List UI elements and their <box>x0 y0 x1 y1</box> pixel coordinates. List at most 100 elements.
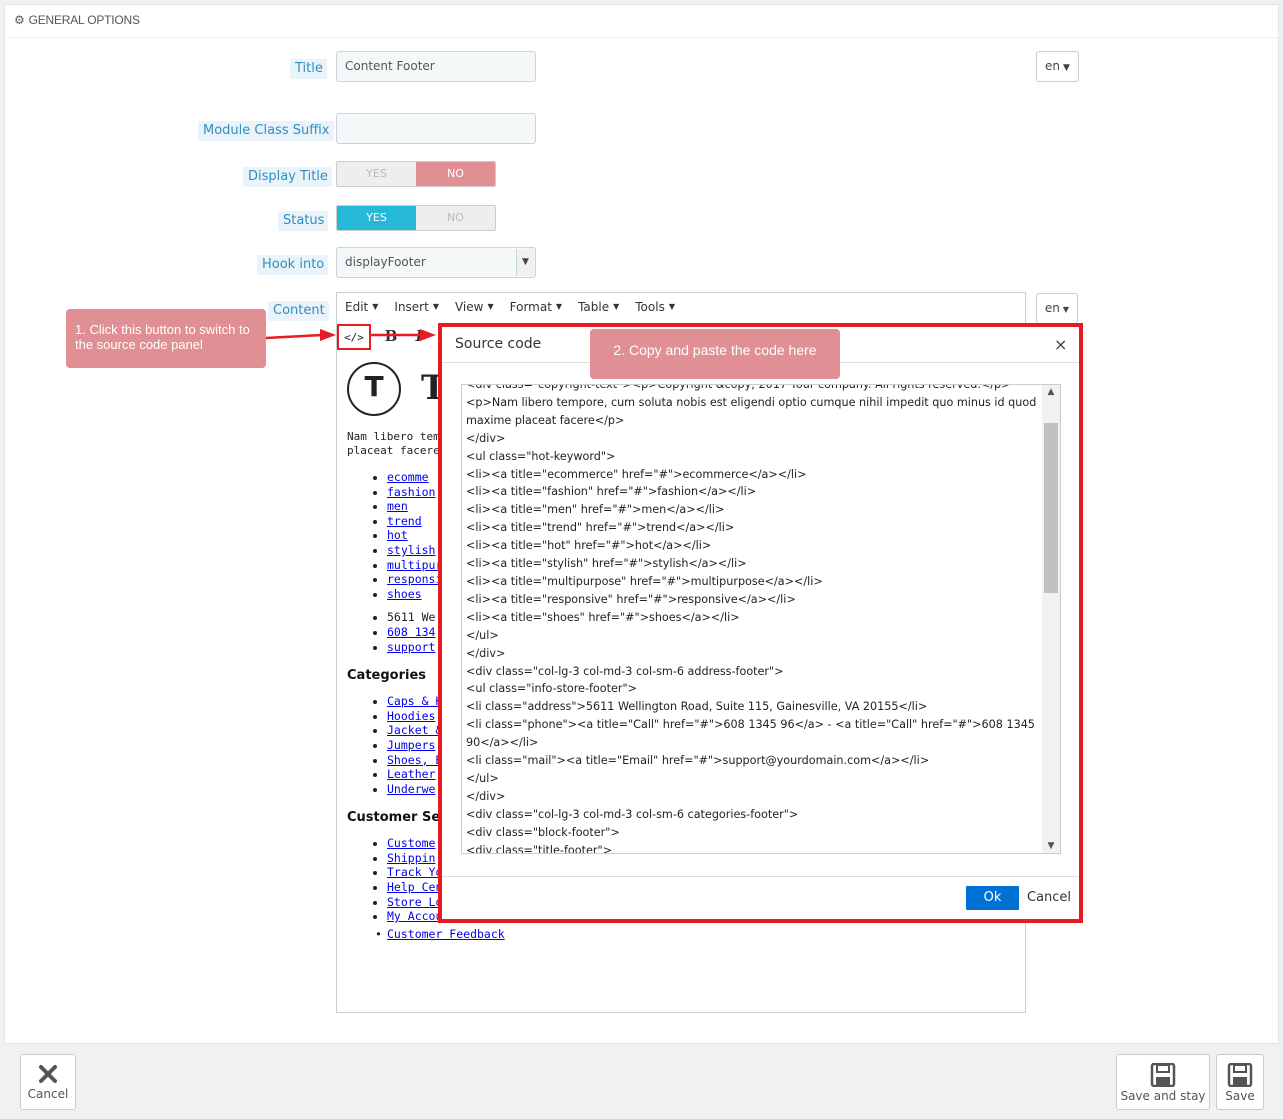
ok-button[interactable]: Ok <box>966 886 1019 910</box>
preview-intro-text: Nam libero tem placeat facere <box>347 430 440 457</box>
cancel-button[interactable]: Cancel <box>20 1054 76 1110</box>
preview-categories-title: Categories <box>347 668 427 684</box>
code-line: <div class="title-footer"> <box>466 843 612 854</box>
source-code-textarea[interactable]: <div class="copyright-text"><p>Copyright… <box>461 384 1061 854</box>
service-link[interactable]: Track Yo <box>387 865 442 879</box>
code-line: </div> <box>466 431 506 445</box>
keyword-link[interactable]: men <box>387 499 408 513</box>
menu-tools[interactable]: Tools ▼ <box>627 296 683 320</box>
hook-into-label: Hook into <box>257 255 329 275</box>
title-label: Title <box>290 59 327 79</box>
display-title-no[interactable]: NO <box>416 162 495 186</box>
chevron-down-icon[interactable]: ▼ <box>516 249 534 276</box>
keyword-link[interactable]: ecomme <box>387 470 429 484</box>
code-line: <li><a title="responsive" href="#">respo… <box>466 592 796 606</box>
code-line: </div> <box>466 789 506 803</box>
floppy-disk-icon <box>1150 1063 1176 1087</box>
service-link[interactable]: Help Cen <box>387 880 442 894</box>
preview-keyword-list: ecomme fashion men trend hot stylish mul… <box>347 470 447 601</box>
panel-heading: ⚙ GENERAL OPTIONS <box>4 4 1279 38</box>
code-line: <div class="copyright-text"><p>Copyright… <box>466 384 1011 391</box>
code-line: <li><a title="multipurpose" href="#">mul… <box>466 574 823 588</box>
save-button-label: Save <box>1225 1089 1255 1103</box>
title-input[interactable]: Content Footer <box>336 51 536 82</box>
code-line: <li><a title="ecommerce" href="#">ecomme… <box>466 467 807 481</box>
preview-feedback-item: • Customer Feedback <box>375 927 505 941</box>
category-link[interactable]: Jacket & <box>387 723 442 737</box>
status-switch[interactable]: YES NO <box>336 205 496 231</box>
logo-circle: T <box>347 362 401 416</box>
title-language-value: en <box>1045 59 1061 73</box>
module-class-suffix-input[interactable] <box>336 113 536 144</box>
category-link[interactable]: Caps & H <box>387 694 442 708</box>
menu-format[interactable]: Format ▼ <box>502 296 570 320</box>
caret-down-icon: ▼ <box>1063 63 1070 73</box>
service-link[interactable]: My Accou <box>387 909 442 923</box>
keyword-link[interactable]: hot <box>387 528 408 542</box>
code-line: <li class="mail"><a title="Email" href="… <box>466 754 930 768</box>
editor-menubar: Edit ▼ Insert ▼ View ▼ Format ▼ Table ▼ Tools… <box>337 296 683 320</box>
display-title-yes[interactable]: YES <box>337 162 416 186</box>
preview-contact-list: 5611 We 608 134 support <box>347 610 447 654</box>
category-link[interactable]: Underwe <box>387 782 435 796</box>
display-title-switch[interactable]: YES NO <box>336 161 496 187</box>
category-link[interactable]: Jumpers <box>387 738 435 752</box>
hook-into-select[interactable]: displayFooter <box>336 247 536 278</box>
scroll-thumb[interactable] <box>1044 423 1058 593</box>
category-link[interactable]: Hoodies <box>387 709 435 723</box>
dialog-cancel-button[interactable]: Cancel <box>1027 890 1071 905</box>
save-button[interactable]: Save <box>1216 1054 1264 1110</box>
content-language-dropdown[interactable]: en ▼ <box>1036 293 1078 324</box>
preview-service-list: Custome Shippin Track Yo Help Cen Store … <box>347 836 447 924</box>
panel-heading-text: GENERAL OPTIONS <box>28 13 140 27</box>
service-link[interactable]: Customer Feedback <box>387 927 505 941</box>
floppy-disk-icon <box>1227 1063 1253 1087</box>
callout-step-1: 1. Click this button to switch to the so… <box>66 309 266 368</box>
code-line: <li class="phone"><a title="Call" href="… <box>466 718 1039 750</box>
keyword-link[interactable]: shoes <box>387 587 422 601</box>
save-and-stay-button[interactable]: Save and stay <box>1116 1054 1210 1110</box>
code-line: <li class="address">5611 Wellington Road… <box>466 700 928 714</box>
arrow-icon <box>265 329 436 341</box>
menu-table[interactable]: Table ▼ <box>570 296 627 320</box>
code-line: <li><a title="stylish" href="#">stylish<… <box>466 557 747 571</box>
module-class-suffix-label: Module Class Suffix <box>198 121 334 141</box>
status-label: Status <box>278 211 329 231</box>
code-line: <div class="col-lg-3 col-md-3 col-sm-6 c… <box>466 807 799 821</box>
service-link[interactable]: Shippin <box>387 851 435 865</box>
keyword-link[interactable]: fashion <box>387 485 435 499</box>
menu-edit[interactable]: Edit ▼ <box>337 296 386 320</box>
code-line: <ul class="info-store-footer"> <box>466 682 637 696</box>
keyword-link[interactable]: multipur <box>387 558 442 572</box>
menu-insert[interactable]: Insert ▼ <box>386 296 447 320</box>
save-and-stay-label: Save and stay <box>1120 1089 1206 1103</box>
status-no[interactable]: NO <box>416 206 495 230</box>
callout-step-2: 2. Copy and paste the code here <box>590 329 840 379</box>
keyword-link[interactable]: stylish <box>387 543 435 557</box>
email-link[interactable]: support <box>387 640 435 654</box>
service-link[interactable]: Custome <box>387 836 435 850</box>
code-line: </ul> <box>466 771 499 785</box>
dialog-footer-divider <box>442 876 1079 877</box>
code-line: <li><a title="shoes" href="#">shoes</a><… <box>466 610 740 624</box>
code-line: <li><a title="fashion" href="#">fashion<… <box>466 485 757 499</box>
phone-link[interactable]: 608 134 <box>387 625 435 639</box>
cancel-button-label: Cancel <box>27 1087 69 1101</box>
preview-categories-list: Caps & H Hoodies Jacket & Jumpers Shoes,… <box>347 694 447 796</box>
code-line: <li><a title="hot" href="#">hot</a></li> <box>466 539 712 553</box>
close-icon <box>39 1065 57 1083</box>
keyword-link[interactable]: responsi <box>387 572 442 586</box>
scrollbar[interactable]: ▲ ▼ <box>1042 385 1060 853</box>
category-link[interactable]: Leather <box>387 767 435 781</box>
service-link[interactable]: Store Lo <box>387 895 442 909</box>
close-icon[interactable]: × <box>1054 335 1067 354</box>
menu-view[interactable]: View ▼ <box>447 296 502 320</box>
title-language-dropdown[interactable]: en ▼ <box>1036 51 1079 82</box>
scroll-down-icon[interactable]: ▼ <box>1042 841 1060 851</box>
category-link[interactable]: Shoes, B <box>387 753 442 767</box>
dialog-title: Source code <box>455 336 542 352</box>
scroll-up-icon[interactable]: ▲ <box>1042 387 1060 397</box>
status-yes[interactable]: YES <box>337 206 416 230</box>
code-line: <p>Nam libero tempore, cum soluta nobis … <box>466 395 1040 427</box>
keyword-link[interactable]: trend <box>387 514 422 528</box>
